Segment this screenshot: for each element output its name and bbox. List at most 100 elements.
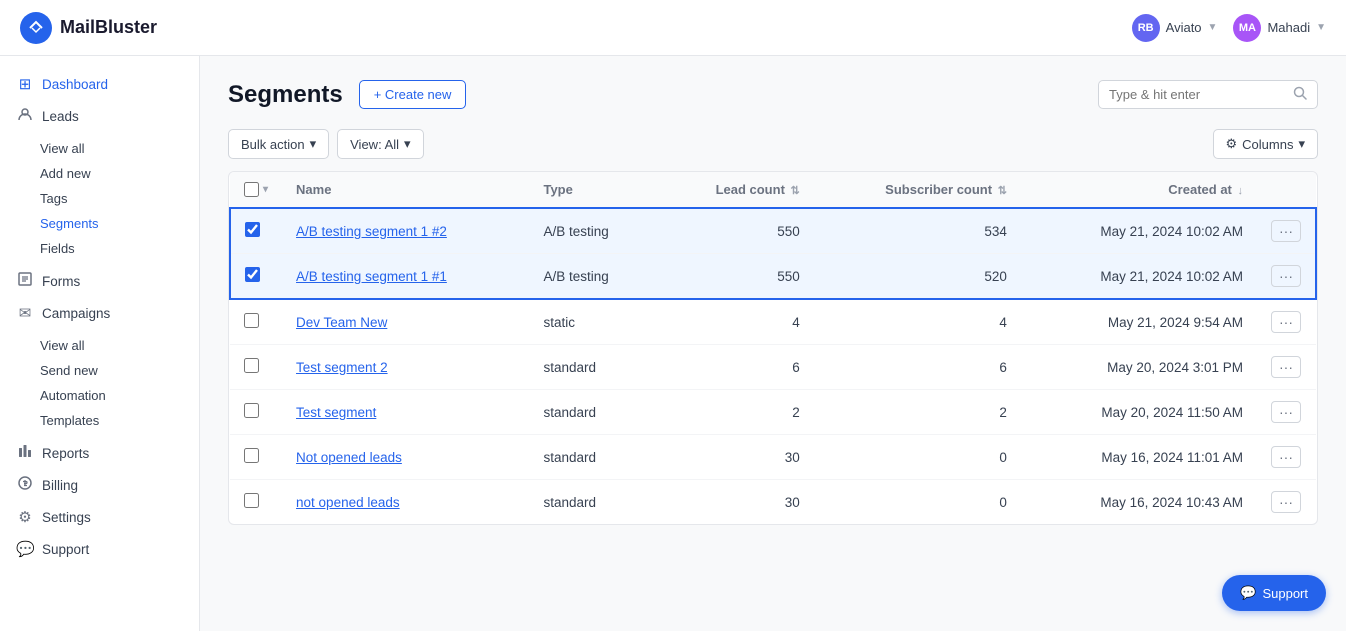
leads-fields[interactable]: Fields xyxy=(40,236,199,261)
topnav-right: RB Aviato ▼ MA Mahadi ▼ xyxy=(1132,14,1326,42)
table-row: A/B testing segment 1 #2A/B testing55053… xyxy=(230,208,1316,254)
row-actions-cell[interactable]: ··· xyxy=(1257,254,1316,300)
page-header-left: Segments + Create new xyxy=(228,80,466,109)
row-subscriber-count: 4 xyxy=(814,299,1021,345)
view-filter-button[interactable]: View: All ▾ xyxy=(337,129,423,159)
row-checkbox[interactable] xyxy=(244,448,259,463)
row-checkbox[interactable] xyxy=(244,313,259,328)
table-row: not opened leadsstandard300May 16, 2024 … xyxy=(230,480,1316,525)
row-name[interactable]: Test segment 2 xyxy=(282,345,529,390)
sidebar-item-reports[interactable]: Reports xyxy=(0,437,199,469)
row-lead-count: 2 xyxy=(659,390,814,435)
sidebar-item-dashboard[interactable]: ⊞ Dashboard xyxy=(0,68,199,100)
row-more-button[interactable]: ··· xyxy=(1271,311,1301,333)
sidebar-item-leads[interactable]: Leads xyxy=(0,100,199,132)
th-checkbox[interactable]: ▾ xyxy=(230,172,282,208)
segment-name-link[interactable]: not opened leads xyxy=(296,495,400,510)
logo-icon xyxy=(20,12,52,44)
row-checkbox[interactable] xyxy=(244,493,259,508)
row-created-at: May 21, 2024 10:02 AM xyxy=(1021,254,1257,300)
table-row: Not opened leadsstandard300May 16, 2024 … xyxy=(230,435,1316,480)
sidebar-item-settings[interactable]: ⚙ Settings xyxy=(0,501,199,533)
bulk-action-button[interactable]: Bulk action ▾ xyxy=(228,129,329,159)
forms-icon xyxy=(16,272,34,290)
row-more-button[interactable]: ··· xyxy=(1271,265,1301,287)
row-name[interactable]: A/B testing segment 1 #1 xyxy=(282,254,529,300)
row-actions-cell[interactable]: ··· xyxy=(1257,435,1316,480)
segment-name-link[interactable]: Dev Team New xyxy=(296,315,387,330)
leads-segments[interactable]: Segments xyxy=(40,211,199,236)
row-checkbox-cell[interactable] xyxy=(230,480,282,525)
th-created-at[interactable]: Created at ↓ xyxy=(1021,172,1257,208)
row-checkbox-cell[interactable] xyxy=(230,254,282,300)
row-checkbox-cell[interactable] xyxy=(230,208,282,254)
mahadi-user[interactable]: MA Mahadi ▼ xyxy=(1233,14,1326,42)
row-checkbox[interactable] xyxy=(244,358,259,373)
th-lead-count[interactable]: Lead count ⇅ xyxy=(659,172,814,208)
row-name[interactable]: A/B testing segment 1 #2 xyxy=(282,208,529,254)
search-input[interactable] xyxy=(1109,87,1287,102)
create-new-button[interactable]: + Create new xyxy=(359,80,467,109)
select-all-checkbox[interactable] xyxy=(244,182,259,197)
row-actions-cell[interactable]: ··· xyxy=(1257,390,1316,435)
columns-button[interactable]: ⚙ Columns ▾ xyxy=(1213,129,1318,159)
campaigns-icon: ✉ xyxy=(16,304,34,322)
leads-submenu: View all Add new Tags Segments Fields xyxy=(0,132,199,265)
segment-name-link[interactable]: Test segment xyxy=(296,405,376,420)
row-checkbox-cell[interactable] xyxy=(230,435,282,480)
row-actions-cell[interactable]: ··· xyxy=(1257,480,1316,525)
row-more-button[interactable]: ··· xyxy=(1271,356,1301,378)
sidebar-item-support[interactable]: 💬 Support xyxy=(0,533,199,565)
aviato-label: Aviato xyxy=(1166,20,1202,35)
campaigns-view-all[interactable]: View all xyxy=(40,333,199,358)
top-navbar: MailBluster RB Aviato ▼ MA Mahadi ▼ xyxy=(0,0,1346,56)
row-more-button[interactable]: ··· xyxy=(1271,446,1301,468)
segment-name-link[interactable]: A/B testing segment 1 #1 xyxy=(296,269,447,284)
row-checkbox[interactable] xyxy=(245,222,260,237)
sidebar-item-campaigns[interactable]: ✉ Campaigns xyxy=(0,297,199,329)
app-logo[interactable]: MailBluster xyxy=(20,12,157,44)
row-type: standard xyxy=(529,345,658,390)
row-name[interactable]: Not opened leads xyxy=(282,435,529,480)
row-more-button[interactable]: ··· xyxy=(1271,401,1301,423)
row-more-button[interactable]: ··· xyxy=(1271,220,1301,242)
row-actions-cell[interactable]: ··· xyxy=(1257,345,1316,390)
leads-tags[interactable]: Tags xyxy=(40,186,199,211)
row-name[interactable]: Dev Team New xyxy=(282,299,529,345)
campaigns-automation[interactable]: Automation xyxy=(40,383,199,408)
segment-name-link[interactable]: Test segment 2 xyxy=(296,360,388,375)
th-type: Type xyxy=(529,172,658,208)
mahadi-label: Mahadi xyxy=(1267,20,1310,35)
leads-view-all[interactable]: View all xyxy=(40,136,199,161)
row-checkbox-cell[interactable] xyxy=(230,345,282,390)
toolbar-left: Bulk action ▾ View: All ▾ xyxy=(228,129,424,159)
search-box[interactable] xyxy=(1098,80,1318,109)
support-button[interactable]: 💬 Support xyxy=(1222,575,1326,611)
row-checkbox-cell[interactable] xyxy=(230,390,282,435)
th-name[interactable]: Name xyxy=(282,172,529,208)
segment-name-link[interactable]: Not opened leads xyxy=(296,450,402,465)
segment-name-link[interactable]: A/B testing segment 1 #2 xyxy=(296,224,447,239)
row-lead-count: 30 xyxy=(659,435,814,480)
sidebar-item-billing[interactable]: Billing xyxy=(0,469,199,501)
row-name[interactable]: Test segment xyxy=(282,390,529,435)
row-name[interactable]: not opened leads xyxy=(282,480,529,525)
support-sidebar-icon: 💬 xyxy=(16,540,34,558)
row-checkbox-cell[interactable] xyxy=(230,299,282,345)
page-title: Segments xyxy=(228,81,343,109)
row-more-button[interactable]: ··· xyxy=(1271,491,1301,513)
th-sort-chevron-icon[interactable]: ▾ xyxy=(263,184,268,195)
row-checkbox[interactable] xyxy=(244,403,259,418)
row-actions-cell[interactable]: ··· xyxy=(1257,299,1316,345)
row-checkbox[interactable] xyxy=(245,267,260,282)
sidebar-item-forms[interactable]: Forms xyxy=(0,265,199,297)
billing-icon xyxy=(16,476,34,494)
row-actions-cell[interactable]: ··· xyxy=(1257,208,1316,254)
columns-chevron-icon: ▾ xyxy=(1298,136,1305,152)
aviato-user[interactable]: RB Aviato ▼ xyxy=(1132,14,1218,42)
row-subscriber-count: 0 xyxy=(814,480,1021,525)
campaigns-templates[interactable]: Templates xyxy=(40,408,199,433)
campaigns-send-new[interactable]: Send new xyxy=(40,358,199,383)
leads-add-new[interactable]: Add new xyxy=(40,161,199,186)
th-subscriber-count[interactable]: Subscriber count ⇅ xyxy=(814,172,1021,208)
